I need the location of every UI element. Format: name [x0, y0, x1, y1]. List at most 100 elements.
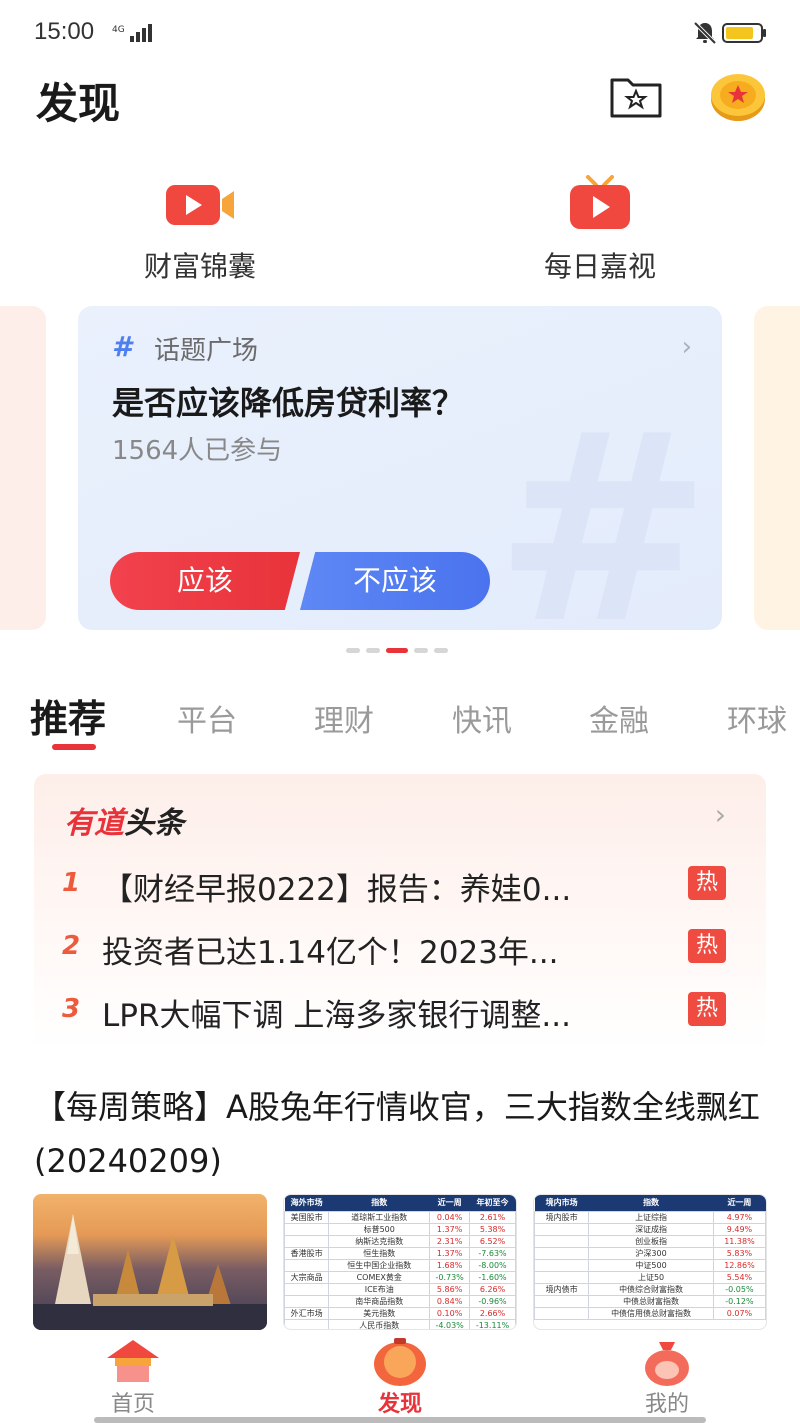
vote-yes-button[interactable]: 应该: [110, 552, 300, 610]
vote-no-button[interactable]: 不应该: [300, 552, 490, 610]
quick-entry-label: 每日嘉视: [543, 250, 656, 283]
topic-carousel[interactable]: # # 话题广场 › 是否应该降低房贷利率？ 1564人已参与 应该 不应该: [0, 302, 800, 632]
table-cell: -8.00%: [469, 1258, 516, 1272]
pagination-dot-active: [386, 648, 408, 653]
table-cell: 0.10%: [429, 1306, 471, 1320]
table-cell: 2.66%: [469, 1306, 516, 1320]
table-header-cell: 指数: [328, 1195, 430, 1211]
table-header-cell: 海外市场: [284, 1195, 329, 1211]
table-header-cell: 近一周: [713, 1195, 766, 1211]
table-cell: 中债信用债总财富指数: [588, 1306, 714, 1320]
table-cell: [284, 1258, 330, 1272]
topic-card[interactable]: # # 话题广场 › 是否应该降低房贷利率？ 1564人已参与 应该 不应该: [78, 306, 722, 630]
carousel-pagination: [346, 648, 448, 654]
table-header-cell: 指数: [588, 1195, 714, 1211]
topic-question: 是否应该降低房贷利率？: [112, 384, 465, 422]
pagination-dot: [414, 648, 428, 653]
table-cell: ICE布油: [328, 1282, 431, 1296]
table-cell: 9.49%: [712, 1222, 766, 1236]
table-cell: 纳斯达克指数: [328, 1234, 431, 1248]
table-cell: [534, 1222, 590, 1236]
table-row: 大宗商品 COMEX黄金 -0.73% -1.60%: [284, 1270, 516, 1284]
bottom-nav: 首页 发现 我的: [0, 1330, 800, 1423]
article-thumbnail-temple[interactable]: [33, 1194, 267, 1330]
article-title[interactable]: 【每周策略】A股兔年行情收官，三大指数全线飘红(20240209): [34, 1080, 764, 1188]
table-row: 沪深300 5.83%: [534, 1246, 766, 1260]
table-header-cell: 近一周: [429, 1195, 470, 1211]
table-row: 香港股市 恒生指数 1.37% -7.63%: [284, 1246, 516, 1260]
table-cell: 11.38%: [712, 1234, 766, 1248]
headline-item[interactable]: 3 LPR大幅下调 上海多家银行调整... 热: [34, 990, 766, 1034]
chevron-right-icon[interactable]: ›: [715, 798, 726, 831]
tab-finance[interactable]: 金融: [589, 696, 649, 740]
table-row: 中债总财富指数 -0.12%: [534, 1294, 766, 1308]
headline-item[interactable]: 1 【财经早报0222】报告：养娃0... 热: [34, 864, 766, 908]
tab-flash-news[interactable]: 快讯: [452, 696, 512, 740]
table-cell: 1.68%: [429, 1258, 471, 1272]
table-row: 中证500 12.86%: [534, 1258, 766, 1272]
page-title: 发现: [36, 79, 121, 128]
table-cell: -4.03%: [429, 1318, 471, 1329]
nav-discover[interactable]: 发现: [267, 1330, 533, 1423]
table-row: 境内股市 上证综指 4.97%: [534, 1210, 766, 1224]
tab-global[interactable]: 环球: [727, 696, 787, 740]
table-cell: [284, 1222, 330, 1236]
table-cell: 0.07%: [712, 1306, 766, 1320]
tv-play-icon: [570, 175, 630, 229]
table-cell: [534, 1234, 590, 1248]
table-cell: 2.31%: [429, 1234, 471, 1248]
table-cell: [534, 1270, 590, 1284]
topic-section-label: 话题广场: [154, 336, 259, 366]
table-cell: 美元指数: [328, 1306, 431, 1320]
table-row: 境内债市 中债综合财富指数 -0.05%: [534, 1282, 766, 1296]
table-cell: [534, 1258, 590, 1272]
article-thumbnail-domestic-table[interactable]: 境内市场 指数 近一周 境内股市 上证综指 4.97% 深证成指 9.49% 创业板指 11.3…: [533, 1194, 767, 1330]
coin-icon[interactable]: [710, 72, 766, 122]
nav-mine[interactable]: 我的: [534, 1330, 800, 1423]
pagination-dot: [346, 648, 360, 653]
hash-watermark: #: [494, 379, 712, 630]
quick-entry-daily-video[interactable]: 每日嘉视: [500, 175, 700, 285]
table-cell: [284, 1282, 330, 1296]
article-thumbnail-overseas-table[interactable]: 海外市场 指数 近一周 年初至今 美国股市 道琼斯工业指数 0.04% 2.61% 标普500…: [283, 1194, 517, 1330]
network-type-label: 4G: [112, 25, 125, 35]
table-cell: -7.63%: [469, 1246, 516, 1260]
nav-label: 发现: [377, 1392, 422, 1417]
table-cell: 5.86%: [429, 1282, 471, 1296]
temple-photo: [33, 1214, 267, 1330]
table-cell: -0.96%: [469, 1294, 516, 1308]
tab-recommend[interactable]: 推荐: [30, 688, 106, 743]
chevron-right-icon[interactable]: ›: [682, 332, 692, 362]
headline-item[interactable]: 2 投资者已达1.14亿个！2023年... 热: [34, 927, 766, 971]
table-cell: 12.86%: [712, 1258, 766, 1272]
headline-text: 【财经早报0222】报告：养娃0...: [102, 872, 572, 908]
youdao-headlines-card[interactable]: 有道头条 › 1 【财经早报0222】报告：养娃0... 热 2 投资者已达1.…: [34, 774, 766, 1050]
table-cell: -0.12%: [712, 1294, 766, 1308]
table-row: 人民币指数 -4.03% -13.11%: [284, 1318, 516, 1329]
hashtag-icon: #: [112, 330, 132, 363]
table-row: 上证50 5.54%: [534, 1270, 766, 1284]
table-cell: -13.11%: [469, 1318, 516, 1329]
table-cell: [534, 1294, 590, 1308]
table-cell: 深证成指: [588, 1222, 714, 1236]
tab-finance-management[interactable]: 理财: [314, 696, 374, 740]
headline-rank: 1: [62, 868, 81, 898]
nav-home[interactable]: 首页: [0, 1330, 266, 1423]
carousel-prev-card[interactable]: [0, 306, 46, 630]
favorites-folder-icon[interactable]: [608, 72, 664, 120]
table-header-cell: 年初至今: [469, 1195, 516, 1211]
table-cell: COMEX黄金: [328, 1270, 431, 1284]
quick-entry-wealth-tips[interactable]: 财富锦囊: [100, 175, 300, 285]
table-cell: 1.37%: [429, 1246, 471, 1260]
table-row: 深证成指 9.49%: [534, 1222, 766, 1236]
tab-platform[interactable]: 平台: [177, 696, 237, 740]
lantern-icon: [374, 1338, 426, 1386]
table-cell: 1.37%: [429, 1222, 471, 1236]
carousel-next-card[interactable]: [754, 306, 800, 630]
headline-text: LPR大幅下调 上海多家银行调整...: [102, 998, 571, 1034]
table-cell: 中证500: [588, 1258, 714, 1272]
table-cell: 外汇市场: [284, 1306, 330, 1320]
overseas-market-table: 海外市场 指数 近一周 年初至今 美国股市 道琼斯工业指数 0.04% 2.61% 标普500…: [284, 1195, 516, 1329]
tab-active-indicator: [52, 744, 96, 750]
table-cell: 6.26%: [469, 1282, 516, 1296]
